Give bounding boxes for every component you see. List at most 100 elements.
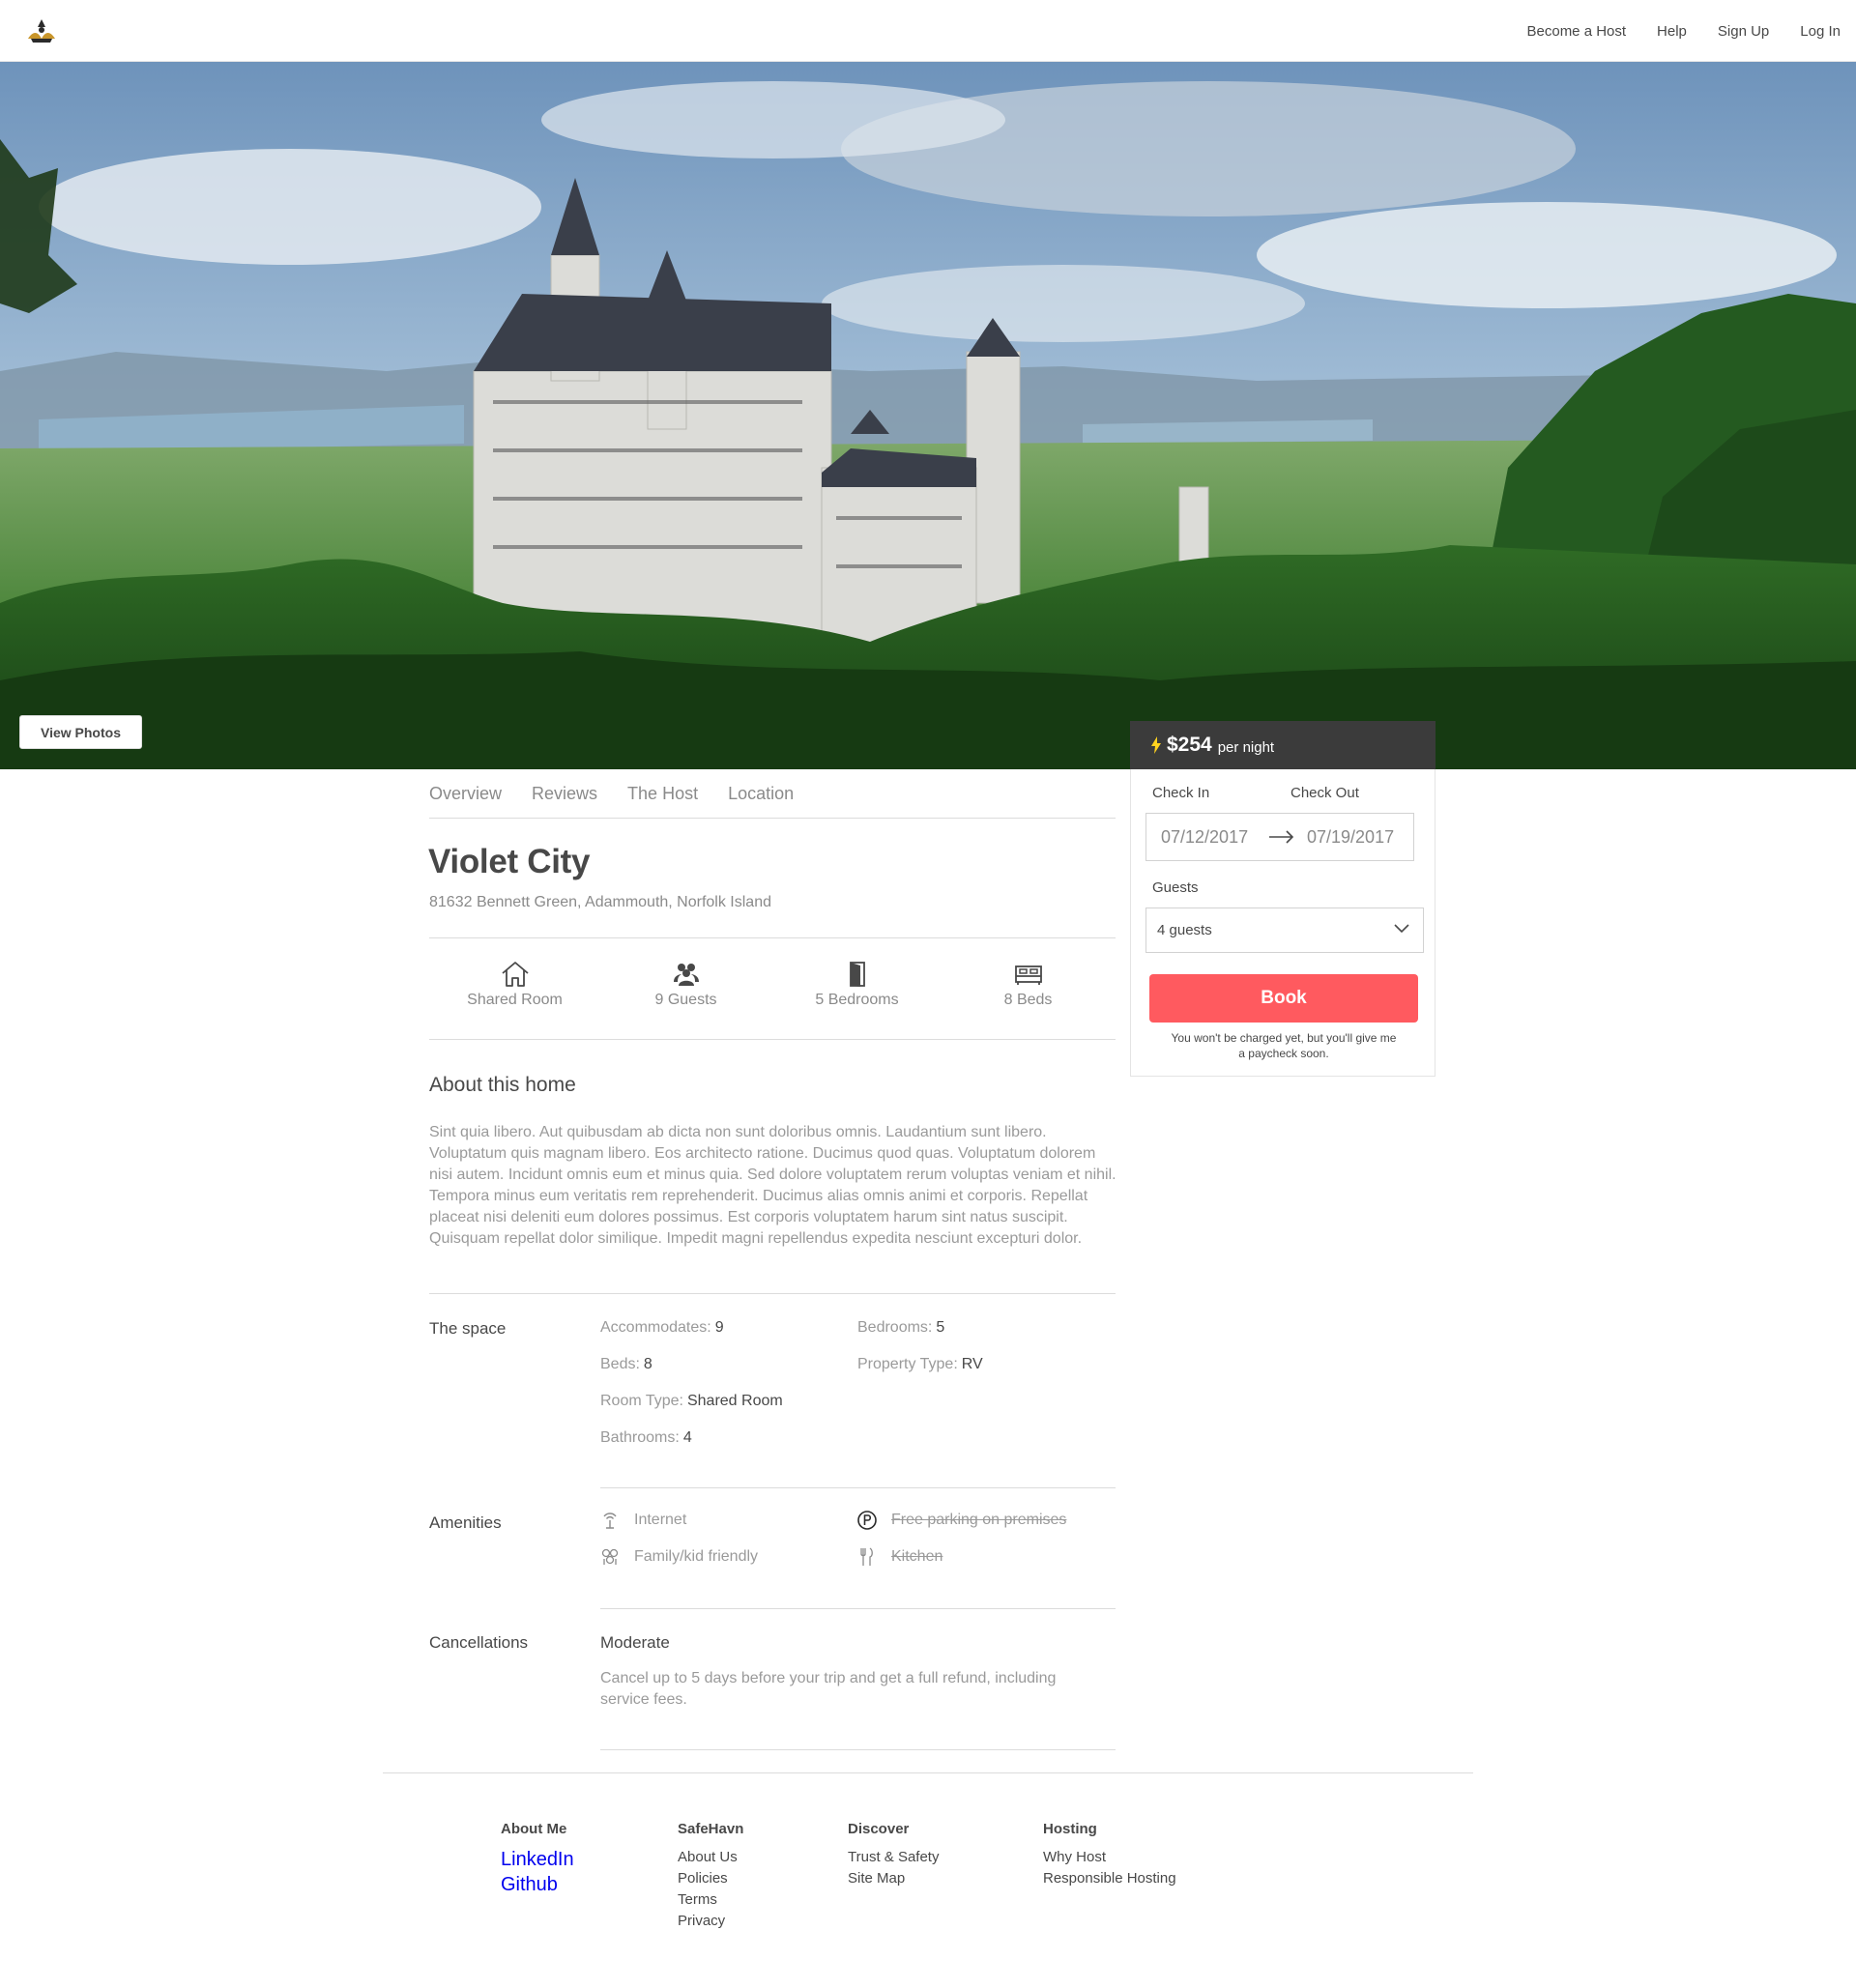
footer-col-safehavn: SafeHavn About Us Policies Terms Privacy: [678, 1821, 743, 1932]
kv-label: Property Type:: [857, 1356, 958, 1372]
price-bar: $254 per night: [1130, 721, 1436, 769]
space-beds: Beds: 8: [600, 1356, 652, 1373]
price-amount: $254: [1167, 734, 1212, 756]
kv-value: 4: [682, 1429, 692, 1446]
lightning-icon: [1151, 736, 1161, 754]
github-link[interactable]: Github: [501, 1872, 574, 1897]
bed-icon: [1014, 965, 1042, 985]
cancellation-policy-type: Moderate: [600, 1633, 670, 1652]
footer-heading: Hosting: [1043, 1821, 1097, 1837]
guests-label: Guests: [1152, 879, 1199, 896]
kv-label: Beds:: [600, 1356, 640, 1372]
cancellations-label: Cancellations: [429, 1633, 529, 1652]
arrow-right-icon: [1269, 830, 1294, 844]
tab-reviews[interactable]: Reviews: [532, 784, 597, 804]
footer-col-discover: Discover Trust & Safety Site Map: [848, 1821, 939, 1889]
hero-image: [0, 62, 1856, 769]
amenity-kitchen: Kitchen: [857, 1547, 942, 1567]
kv-value: RV: [961, 1356, 983, 1372]
terms-link[interactable]: Terms: [678, 1889, 743, 1911]
feature-guests: 9 Guests: [600, 953, 771, 1009]
site-map-link[interactable]: Site Map: [848, 1868, 939, 1889]
footer-col-hosting: Hosting Why Host Responsible Hosting: [1043, 1821, 1176, 1889]
divider: [600, 1749, 1116, 1750]
privacy-link[interactable]: Privacy: [678, 1911, 743, 1932]
divider: [429, 1293, 1116, 1294]
listing-title: Violet City: [428, 843, 591, 880]
divider: [600, 1608, 1116, 1609]
responsible-hosting-link[interactable]: Responsible Hosting: [1043, 1868, 1176, 1889]
linkedin-link[interactable]: LinkedIn: [501, 1847, 574, 1872]
amenity-parking: Free parking on premises: [857, 1511, 1066, 1530]
space-label: The space: [429, 1319, 507, 1338]
wifi-icon: [600, 1511, 620, 1530]
kv-label: Bedrooms:: [857, 1319, 933, 1336]
tab-the-host[interactable]: The Host: [627, 784, 698, 804]
guests-select[interactable]: 4 guests: [1146, 908, 1424, 953]
footer-heading: SafeHavn: [678, 1821, 744, 1837]
amenity-label: Internet: [634, 1512, 687, 1528]
house-icon: [501, 962, 529, 987]
footer-heading: About Me: [501, 1821, 567, 1837]
check-out-input[interactable]: 07/19/2017: [1307, 827, 1394, 848]
tab-location[interactable]: Location: [728, 784, 794, 804]
become-host-link[interactable]: Become a Host: [1527, 23, 1627, 40]
guests-select-value: 4 guests: [1157, 922, 1212, 938]
cancellation-policy-text: Cancel up to 5 days before your trip and…: [600, 1670, 1057, 1708]
why-host-link[interactable]: Why Host: [1043, 1847, 1176, 1868]
footer-col-about-me: About Me LinkedIn Github: [501, 1821, 574, 1897]
book-button[interactable]: Book: [1149, 974, 1418, 1023]
listing-address: 81632 Bennett Green, Adammouth, Norfolk …: [429, 894, 771, 910]
feature-room-type: Shared Room: [429, 953, 600, 1009]
check-out-label: Check Out: [1290, 785, 1359, 801]
family-icon: [600, 1547, 620, 1567]
price-unit: per night: [1217, 738, 1275, 756]
about-us-link[interactable]: About Us: [678, 1847, 743, 1868]
space-accommodates: Accommodates: 9: [600, 1319, 724, 1337]
view-photos-button[interactable]: View Photos: [19, 715, 142, 749]
feature-bedrooms: 5 Bedrooms: [771, 953, 942, 1009]
divider: [600, 1487, 1116, 1488]
listing-features: Shared Room 9 Guests 5 Bedrooms 8 Beds: [429, 953, 1116, 1040]
amenity-label: Family/kid friendly: [634, 1548, 759, 1565]
about-heading: About this home: [429, 1074, 576, 1096]
feature-label: 9 Guests: [654, 992, 717, 1008]
kv-value: 8: [643, 1356, 652, 1372]
guests-icon: [673, 964, 699, 986]
check-in-label: Check In: [1152, 785, 1210, 801]
footer-divider: [383, 1772, 1473, 1773]
about-description: Sint quia libero. Aut quibusdam ab dicta…: [429, 1124, 1116, 1247]
divider: [429, 1039, 1116, 1040]
parking-icon: [857, 1511, 877, 1530]
space-bedrooms: Bedrooms: 5: [857, 1319, 944, 1337]
door-icon: [849, 962, 865, 987]
kv-label: Bathrooms:: [600, 1429, 680, 1446]
kv-label: Room Type:: [600, 1393, 683, 1409]
topnav-links: Become a Host Help Sign Up Log In: [1496, 0, 1842, 62]
feature-label: 5 Bedrooms: [815, 992, 899, 1008]
amenity-label: Kitchen: [891, 1548, 943, 1565]
trust-safety-link[interactable]: Trust & Safety: [848, 1847, 939, 1868]
kitchen-icon: [857, 1547, 877, 1567]
feature-label: Shared Room: [467, 992, 563, 1008]
sign-up-link[interactable]: Sign Up: [1718, 23, 1769, 40]
booking-card: Check In Check Out 07/12/2017 07/19/2017…: [1130, 769, 1436, 1077]
check-in-input[interactable]: 07/12/2017: [1161, 827, 1248, 848]
kv-value: 9: [714, 1319, 724, 1336]
space-property-type: Property Type: RV: [857, 1356, 983, 1373]
listing-tabs: Overview Reviews The Host Location: [429, 769, 1116, 819]
logo-icon[interactable]: [25, 17, 58, 46]
amenities-label: Amenities: [429, 1513, 502, 1532]
tab-overview[interactable]: Overview: [429, 784, 502, 804]
space-bathrooms: Bathrooms: 4: [600, 1429, 692, 1447]
feature-beds: 8 Beds: [942, 953, 1114, 1009]
top-navigation: Become a Host Help Sign Up Log In: [0, 0, 1856, 62]
kv-value: Shared Room: [686, 1393, 783, 1409]
divider: [429, 937, 1116, 938]
help-link[interactable]: Help: [1657, 23, 1687, 40]
log-in-link[interactable]: Log In: [1800, 23, 1841, 40]
amenity-family: Family/kid friendly: [600, 1547, 758, 1567]
space-room-type: Room Type: Shared Room: [600, 1393, 783, 1410]
policies-link[interactable]: Policies: [678, 1868, 743, 1889]
date-range-input: 07/12/2017 07/19/2017: [1146, 813, 1414, 861]
